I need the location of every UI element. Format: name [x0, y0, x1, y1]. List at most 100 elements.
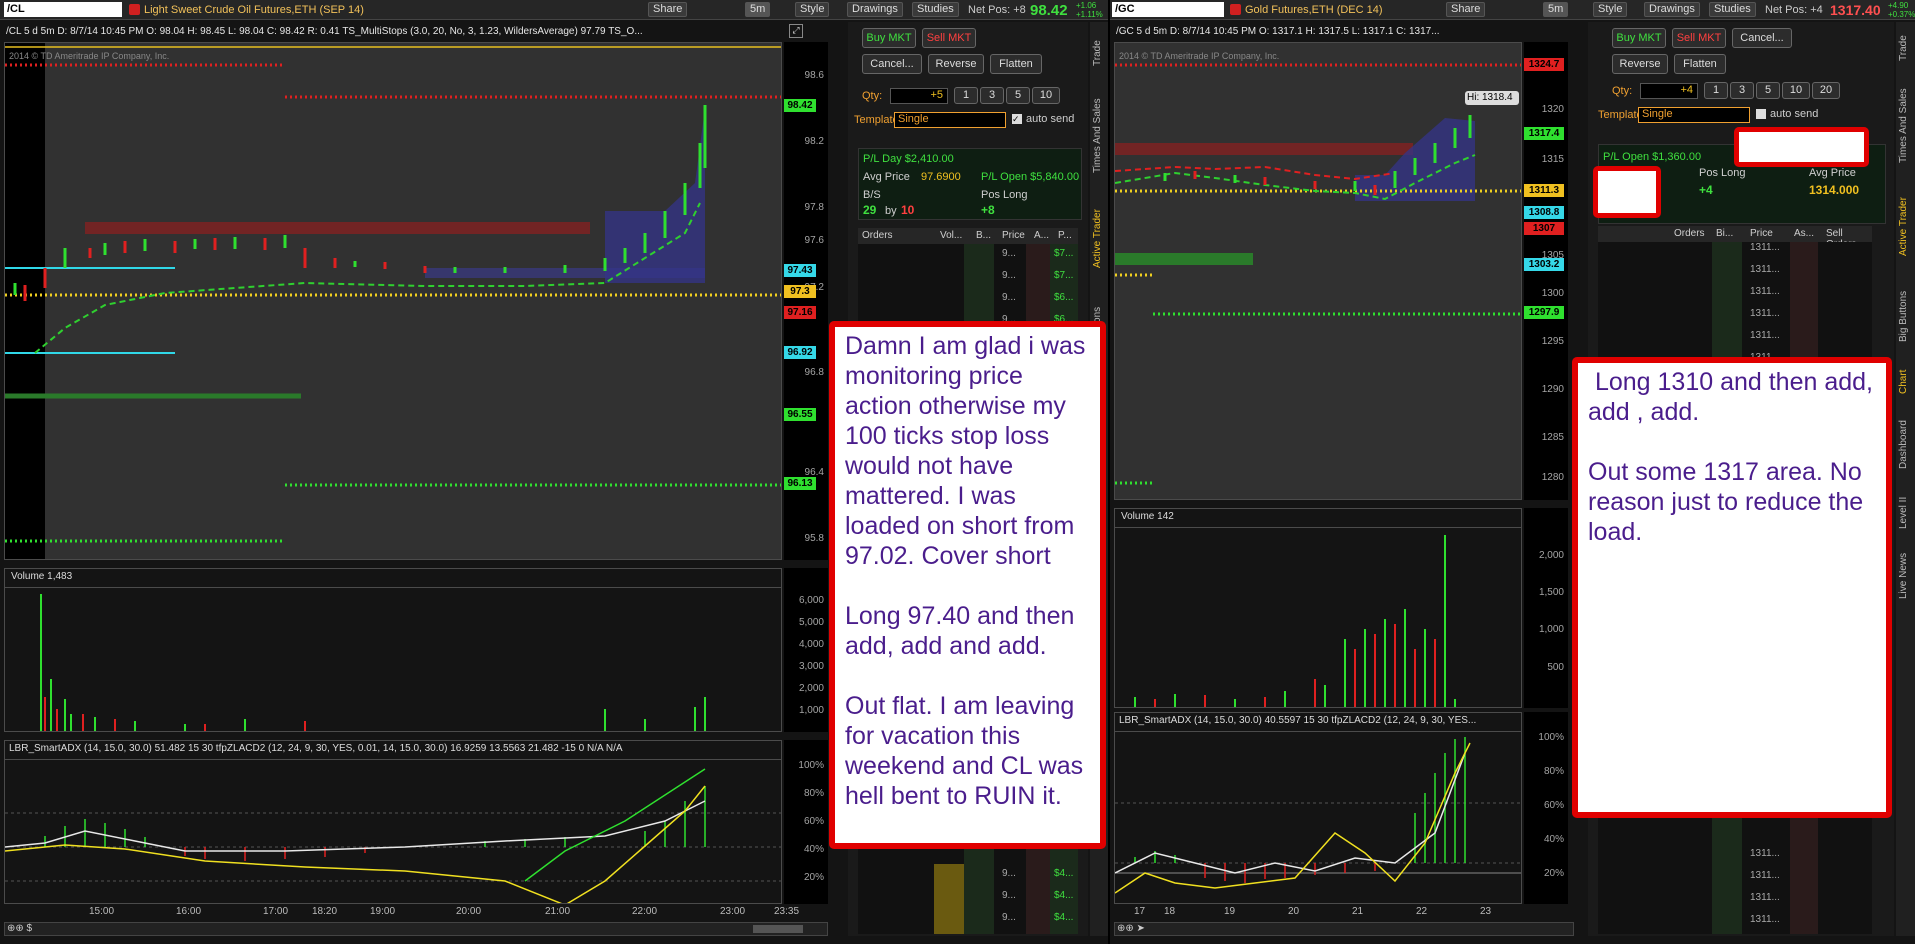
left-buy-mkt-button[interactable]: Buy MKT	[862, 28, 916, 48]
right-sell-mkt-button[interactable]: Sell MKT	[1672, 28, 1726, 48]
left-ladder-price[interactable]: 9...	[1002, 292, 1016, 312]
right-style-button[interactable]: Style	[1593, 2, 1628, 17]
right-price-panel[interactable]: 2014 © TD Ameritrade IP Company, Inc. Hi…	[1114, 42, 1522, 500]
left-price-tag: 97.43	[784, 264, 816, 277]
right-ladder-price[interactable]: 1311...	[1750, 892, 1780, 912]
right-zoom-icons[interactable]: ⊕⊕ ➤	[1117, 923, 1145, 934]
left-flatten-button[interactable]: Flatten	[990, 54, 1042, 74]
right-avg-price: 1314.000	[1809, 183, 1860, 197]
left-period-button[interactable]: 5m	[745, 2, 771, 17]
right-flatten-button[interactable]: Flatten	[1674, 54, 1726, 74]
right-pct-label: 100%	[1538, 732, 1564, 743]
right-tab-dashboard[interactable]: Dashboard	[1898, 410, 1912, 480]
right-tab-chart[interactable]: Chart	[1898, 362, 1912, 402]
left-avg-price: 97.6900	[921, 171, 961, 183]
left-indicator-panel[interactable]: LBR_SmartADX (14, 15.0, 30.0) 51.482 15 …	[4, 740, 782, 904]
right-buy-mkt-button[interactable]: Buy MKT	[1612, 28, 1666, 48]
right-qty-3[interactable]: 3	[1730, 82, 1754, 99]
left-drawings-button[interactable]: Drawings	[847, 2, 903, 17]
left-ladder-price[interactable]: 9...	[1002, 890, 1016, 910]
right-pos-long: +4	[1699, 183, 1713, 197]
right-volume-bars	[1134, 535, 1456, 707]
left-pos-long-label: Pos Long	[981, 189, 1028, 201]
left-reverse-button[interactable]: Reverse	[928, 54, 984, 74]
right-annotation-note: Long 1310 and then add, add , add. Out s…	[1572, 357, 1892, 818]
right-bottom-scrollbar[interactable]: ⊕⊕ ➤	[1114, 922, 1574, 936]
left-ladder-price[interactable]: 9...	[1002, 270, 1016, 290]
left-template-select[interactable]: Single	[894, 112, 1006, 128]
left-bottom-scrollbar[interactable]: ⊕⊕ $	[4, 922, 828, 936]
right-qty-5[interactable]: 5	[1756, 82, 1780, 99]
right-symbol-field[interactable]: /GC	[1112, 2, 1224, 17]
left-volume-label: 5,000	[798, 617, 824, 628]
right-template-select[interactable]: Single	[1638, 107, 1750, 123]
left-studies-button[interactable]: Studies	[912, 2, 959, 17]
right-qty-10[interactable]: 10	[1782, 82, 1810, 99]
right-ladder-price[interactable]: 1311...	[1750, 286, 1780, 306]
right-ladder-price[interactable]: 1311...	[1750, 264, 1780, 284]
right-tab-live-news[interactable]: Live News	[1898, 546, 1912, 606]
right-ladder-price[interactable]: 1311...	[1750, 914, 1780, 934]
right-drawings-button[interactable]: Drawings	[1644, 2, 1700, 17]
right-volume-panel[interactable]: Volume 142	[1114, 508, 1522, 708]
left-qty-5[interactable]: 5	[1006, 87, 1030, 104]
left-auto-send-checkbox[interactable]: ✓	[1012, 114, 1022, 124]
right-qty-20[interactable]: 20	[1812, 82, 1840, 99]
left-indicator-axis: 100% 80% 60% 40% 20%	[784, 740, 828, 904]
left-ladder-pl: $4...	[1054, 890, 1074, 901]
right-ladder-price[interactable]: 1311...	[1750, 870, 1780, 890]
right-tab-level-ii[interactable]: Level II	[1898, 488, 1912, 538]
left-ladder-price[interactable]: 9...	[1002, 912, 1016, 932]
right-ladder-price[interactable]: 1311...	[1750, 308, 1780, 328]
right-auto-send-checkbox[interactable]	[1756, 109, 1766, 119]
left-price-panel[interactable]: 2014 © TD Ameritrade IP Company, Inc.	[4, 42, 782, 560]
right-ladder-price[interactable]: 1311...	[1750, 242, 1780, 262]
left-scroll-thumb[interactable]	[753, 925, 803, 933]
right-col-price: Price	[1750, 228, 1773, 239]
left-tab-times-sales[interactable]: Times And Sales	[1092, 86, 1106, 186]
left-chart-tools[interactable]: ⤢	[789, 24, 803, 38]
left-price-tag: 96.55	[784, 408, 816, 421]
left-ladder-price[interactable]: 9...	[1002, 868, 1016, 888]
right-tab-big-buttons[interactable]: Big Buttons	[1898, 278, 1912, 354]
right-tab-times-sales[interactable]: Times And Sales	[1898, 76, 1912, 176]
left-tab-trade[interactable]: Trade	[1092, 28, 1106, 78]
right-tab-trade[interactable]: Trade	[1898, 28, 1912, 68]
left-avg-price-label: Avg Price	[863, 171, 910, 183]
right-pct-label: 60%	[1543, 800, 1564, 811]
left-qty-1[interactable]: 1	[954, 87, 978, 104]
left-qty-10[interactable]: 10	[1032, 87, 1060, 104]
left-pct-label: 40%	[803, 844, 824, 855]
left-col-bid: B...	[976, 230, 992, 241]
left-qty-input[interactable]: +5	[890, 88, 948, 104]
left-volume-panel[interactable]: Volume 1,483	[4, 568, 782, 732]
right-cancel-button[interactable]: Cancel...	[1732, 28, 1792, 48]
left-zoom-icons[interactable]: ⊕⊕ $	[7, 923, 32, 934]
right-reverse-button[interactable]: Reverse	[1612, 54, 1668, 74]
right-tab-active-trader[interactable]: Active Trader	[1898, 184, 1912, 270]
right-price-label: 1300	[1541, 288, 1564, 299]
left-time-label: 23:00	[720, 906, 746, 917]
right-ladder-price[interactable]: 1311...	[1750, 848, 1780, 868]
left-sell-mkt-button[interactable]: Sell MKT	[922, 28, 976, 48]
right-period-button[interactable]: 5m	[1543, 2, 1569, 17]
left-qty-label: Qty:	[862, 90, 883, 102]
left-style-button[interactable]: Style	[795, 2, 830, 17]
left-share-button[interactable]: Share	[648, 2, 688, 17]
right-ladder-price[interactable]: 1311...	[1750, 330, 1780, 350]
left-symbol-field[interactable]: /CL	[4, 2, 122, 17]
right-studies-button[interactable]: Studies	[1709, 2, 1756, 17]
left-time-axis: 15:00 16:00 17:00 18:20 19:00 20:00 21:0…	[4, 906, 828, 922]
right-pl-open: P/L Open $1,360.00	[1603, 151, 1702, 163]
left-volume-label: 4,000	[798, 639, 824, 650]
left-price-tag: 97.16	[784, 306, 816, 319]
right-qty-1[interactable]: 1	[1704, 82, 1728, 99]
right-qty-input[interactable]: +4	[1640, 83, 1698, 99]
right-share-button[interactable]: Share	[1446, 2, 1486, 17]
left-ladder-price[interactable]: 9...	[1002, 248, 1016, 268]
right-col-bid: Bi...	[1716, 228, 1734, 239]
left-cancel-button[interactable]: Cancel...	[862, 54, 922, 74]
right-indicator-panel[interactable]: LBR_SmartADX (14, 15.0, 30.0) 40.5597 15…	[1114, 712, 1522, 904]
left-qty-3[interactable]: 3	[980, 87, 1004, 104]
left-tab-active-trader[interactable]: Active Trader	[1092, 194, 1106, 284]
